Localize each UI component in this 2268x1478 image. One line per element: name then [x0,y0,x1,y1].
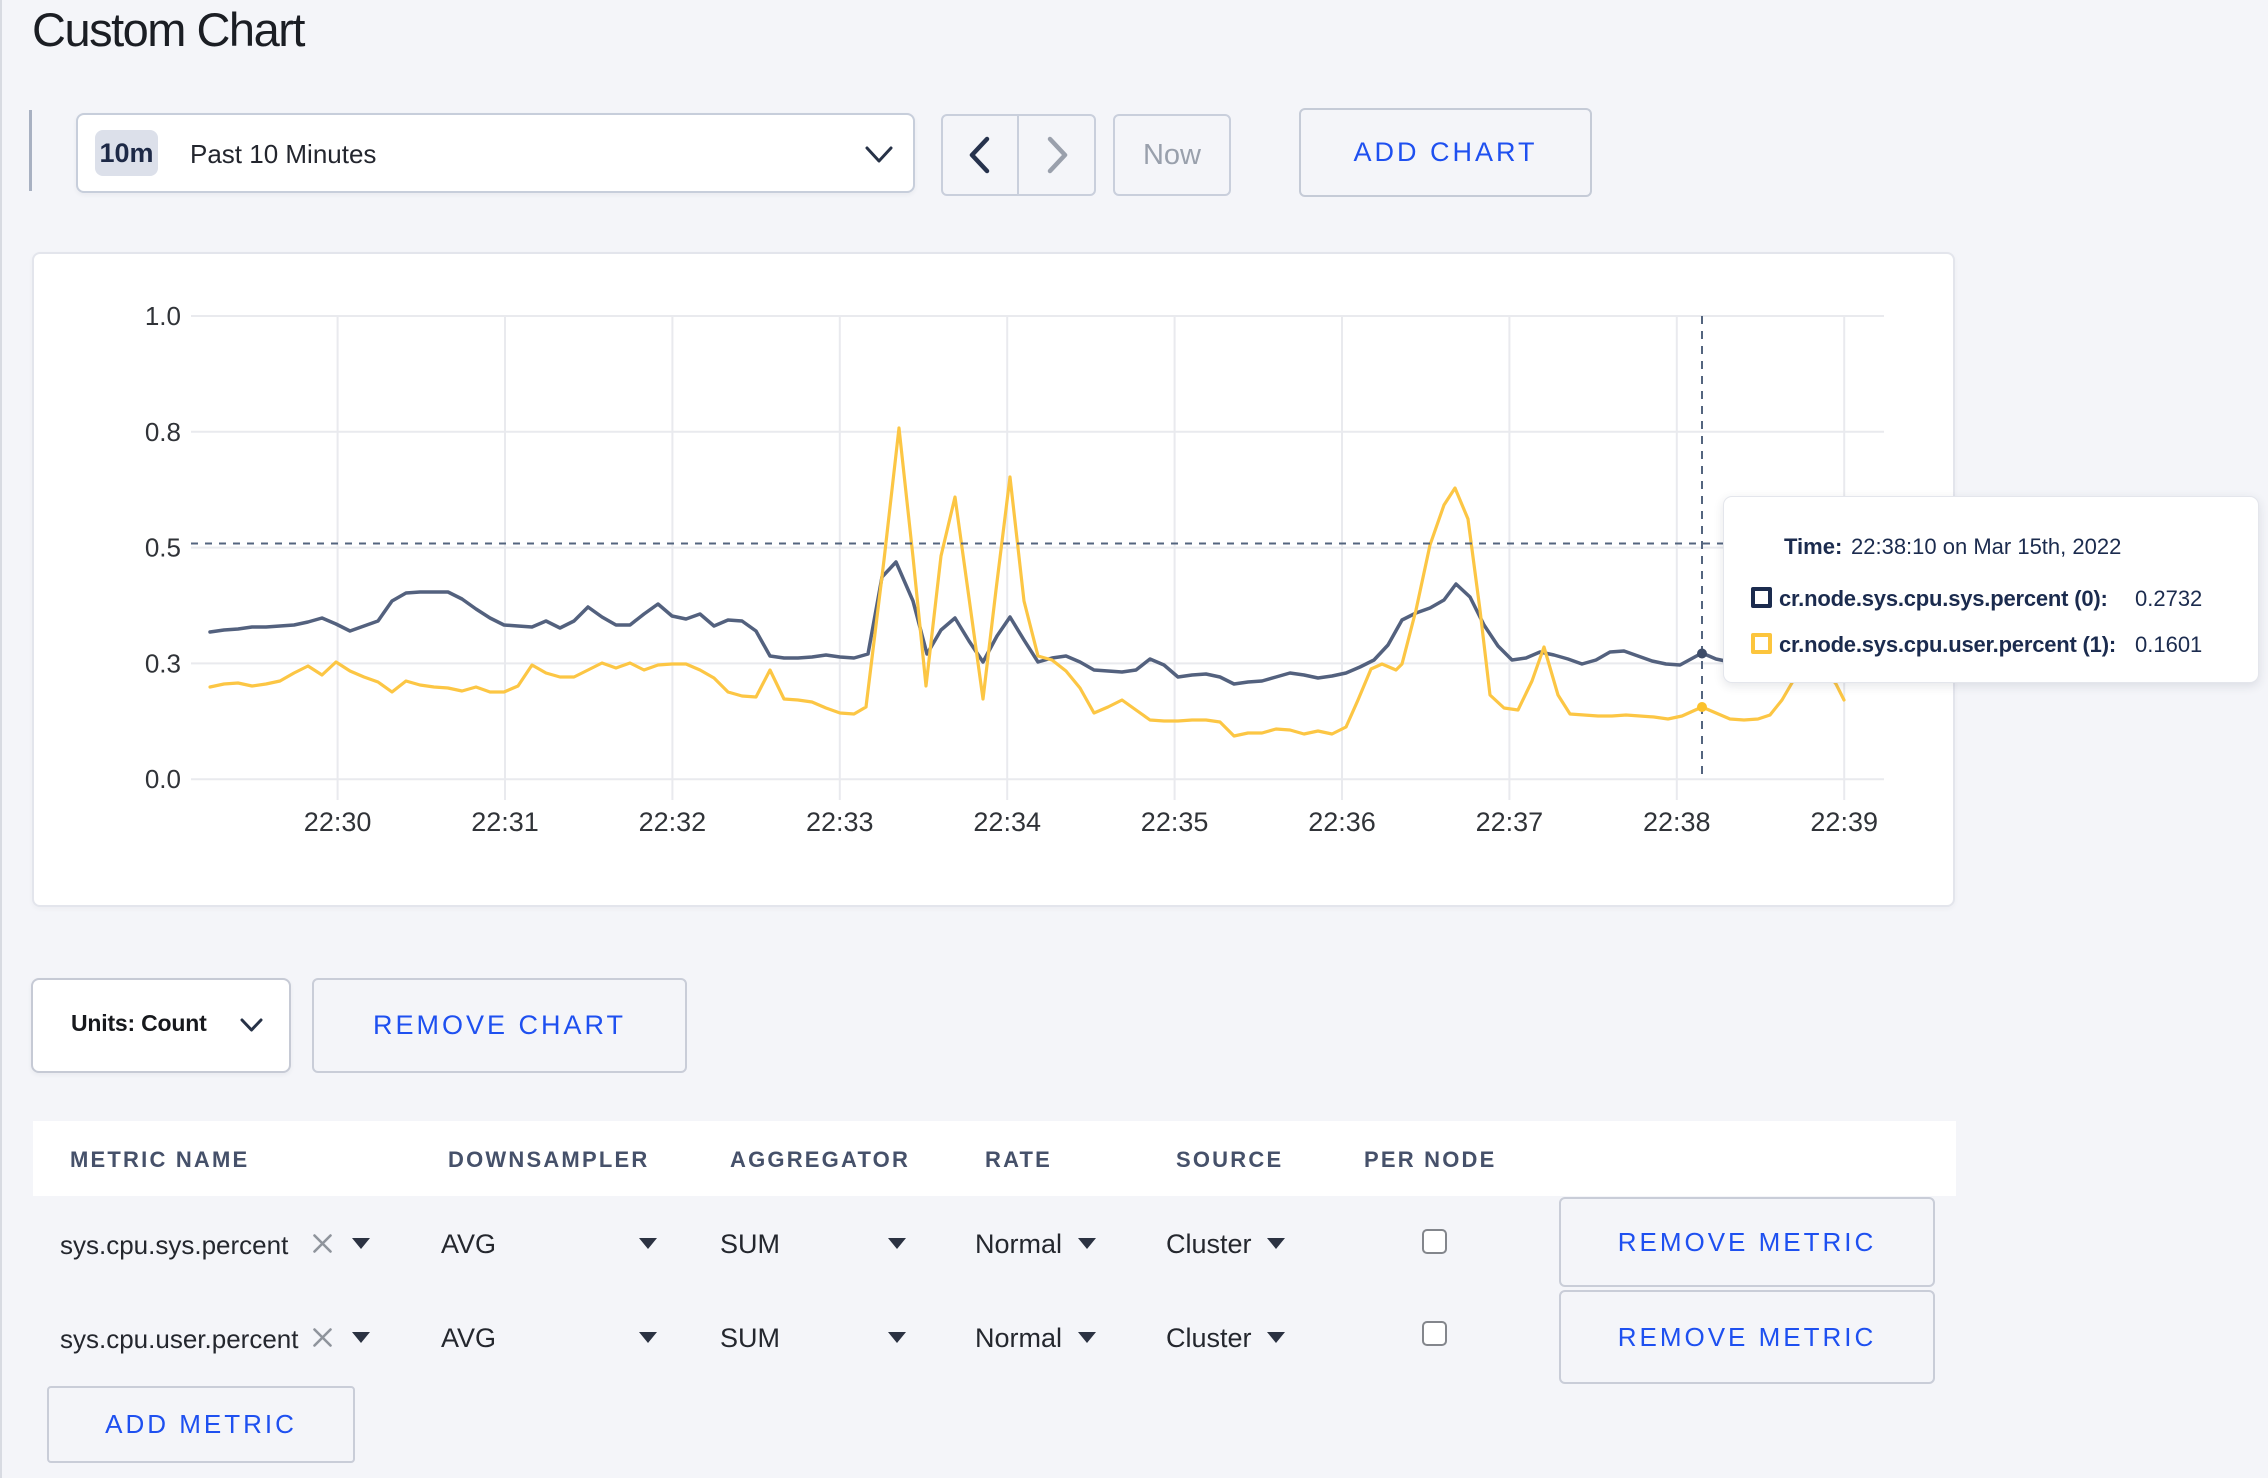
svg-text:22:30: 22:30 [304,807,372,837]
svg-text:22:33: 22:33 [806,807,874,837]
svg-text:22:31: 22:31 [471,807,539,837]
svg-text:0.3: 0.3 [145,648,181,678]
svg-text:22:35: 22:35 [1141,807,1209,837]
svg-text:0.5: 0.5 [145,533,181,563]
svg-text:22:38: 22:38 [1643,807,1711,837]
svg-text:22:34: 22:34 [973,807,1041,837]
svg-text:22:39: 22:39 [1810,807,1878,837]
svg-text:22:32: 22:32 [639,807,707,837]
svg-text:22:37: 22:37 [1476,807,1544,837]
svg-text:1.0: 1.0 [145,301,181,331]
svg-text:0.8: 0.8 [145,417,181,447]
svg-text:0.0: 0.0 [145,764,181,794]
svg-text:22:36: 22:36 [1308,807,1376,837]
